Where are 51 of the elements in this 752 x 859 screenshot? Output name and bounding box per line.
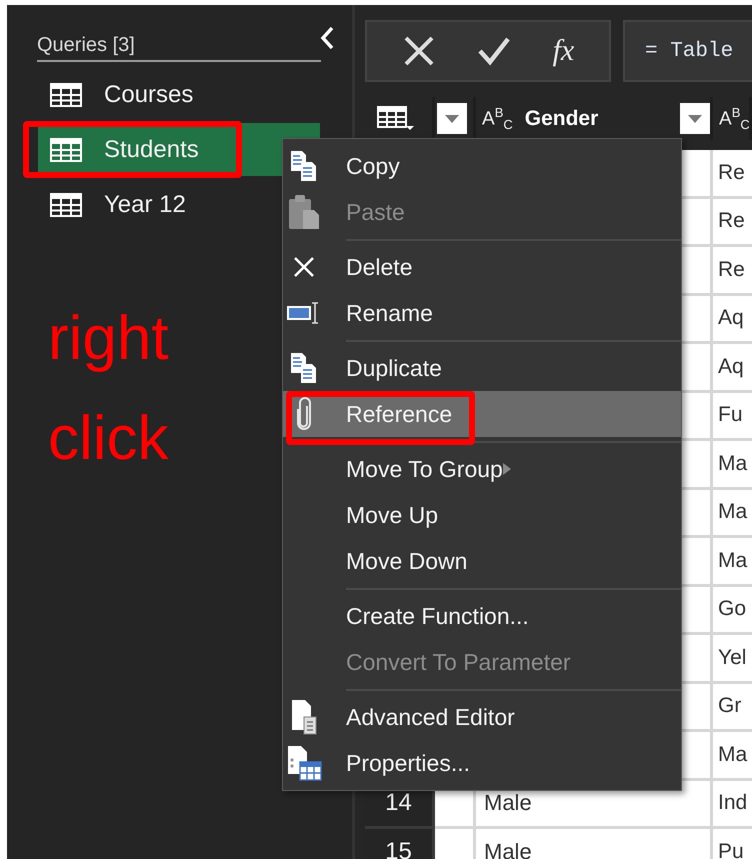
table-cell: Pu <box>713 829 752 859</box>
formula-field[interactable]: = Table <box>623 20 752 82</box>
copy-icon <box>290 150 318 182</box>
table-cell: Re <box>713 150 752 198</box>
menu-item[interactable]: Reference <box>283 391 681 437</box>
cancel-icon[interactable] <box>402 34 436 68</box>
menu-item[interactable]: Move Down <box>283 538 681 584</box>
table-cell: Male <box>476 829 713 859</box>
table-cell: Go <box>713 586 752 635</box>
caret-icon <box>445 114 459 122</box>
column-header[interactable]: Gender <box>524 106 678 130</box>
table-icon <box>50 82 82 106</box>
collapse-icon[interactable] <box>319 26 335 50</box>
menu-item[interactable]: Create Function... <box>283 593 681 639</box>
table-cell: Aq <box>713 344 752 392</box>
properties-icon <box>286 745 322 781</box>
table-icon <box>50 192 82 216</box>
paperclip-icon <box>296 397 312 431</box>
menu-item[interactable]: Delete <box>283 244 681 290</box>
panel-title: Queries [3] <box>37 34 135 58</box>
menu-item[interactable]: Move To Group <box>283 446 681 492</box>
menu-item[interactable]: Move Up <box>283 492 681 538</box>
table-cell: Ma <box>713 441 752 490</box>
table-cell: Yel <box>713 635 752 684</box>
clipboard-icon <box>288 194 320 230</box>
table-cell: Re <box>713 247 752 296</box>
annotation-text: click <box>48 403 169 475</box>
table-icon <box>50 138 82 162</box>
dropdown-button[interactable] <box>680 103 710 134</box>
table-cell: Ma <box>713 490 752 538</box>
delete-icon <box>293 256 315 278</box>
table-cell: Re <box>713 198 752 247</box>
table-cell: Gr <box>713 684 752 732</box>
table-cell: Aq <box>713 296 752 344</box>
menu-item[interactable]: Advanced Editor <box>283 694 681 740</box>
check-icon[interactable] <box>477 36 512 66</box>
menu-item[interactable]: Duplicate <box>283 345 681 391</box>
row-number: 15 <box>365 829 435 859</box>
annotation-text: right <box>48 303 169 375</box>
table-cell: Ind <box>713 780 752 829</box>
copy-icon <box>290 352 318 384</box>
table-cell: Fu <box>713 392 752 441</box>
caret-icon <box>688 114 702 122</box>
query-item[interactable]: Courses <box>38 68 320 121</box>
rename-icon <box>287 302 321 324</box>
menu-item[interactable]: Rename <box>283 290 681 336</box>
table-cell: Ma <box>713 732 752 780</box>
table-cell: Ma <box>713 538 752 586</box>
dropdown-button[interactable] <box>437 103 467 134</box>
table-menu-icon[interactable] <box>377 106 417 132</box>
function-button[interactable]: fx <box>552 34 574 68</box>
